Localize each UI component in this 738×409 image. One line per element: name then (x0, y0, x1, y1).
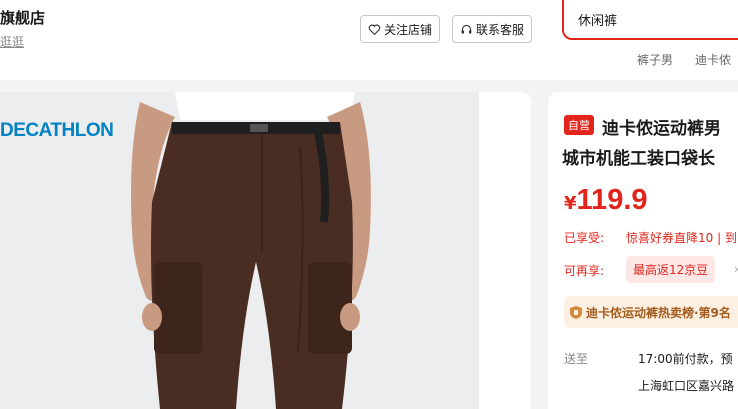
product-photo[interactable]: DECATHLON (0, 92, 479, 409)
shop-header: 旗舰店 逛逛 关注店铺 联系客服 休闲裤 裤子男 迪卡侬 (0, 0, 738, 80)
product-gallery: DECATHLON (0, 92, 531, 409)
follow-store-button[interactable]: 关注店铺 (360, 15, 440, 43)
contact-service-label: 联系客服 (476, 22, 525, 37)
shield-rank-icon (570, 305, 582, 319)
delivery-address[interactable]: 上海虹口区嘉兴路 (638, 377, 734, 394)
applied-discount-row: 已享受: 惊喜好券直降10 | 到 (564, 229, 737, 246)
delivery-time: 17:00前付款，预 (638, 352, 733, 366)
self-operated-badge: 自营 (564, 115, 594, 135)
hot-link[interactable]: 迪卡侬 (695, 53, 731, 67)
ship-to-label: 送至 (564, 352, 589, 366)
search-query: 休闲裤 (578, 13, 618, 29)
heart-icon (368, 24, 381, 35)
more-offers-icon[interactable]: › (734, 262, 738, 276)
applied-discount-value[interactable]: 惊喜好券直降10 | 到 (626, 229, 737, 246)
extra-offer-label: 可再享: (564, 264, 605, 278)
product-info-panel: 自营 迪卡侬运动裤男 城市机能工装口袋长 ¥119.9 已享受: 惊喜好券直降1… (548, 92, 738, 409)
headset-icon (461, 24, 472, 34)
hot-link[interactable]: 裤子男 (637, 53, 673, 67)
extra-offer-row: 可再享: 最高返12京豆 › (564, 256, 738, 283)
applied-discount-label: 已享受: (564, 231, 605, 245)
hot-ranking-banner[interactable]: 迪卡侬运动裤热卖榜·第9名 (564, 296, 738, 328)
store-name[interactable]: 旗舰店 (0, 7, 45, 28)
jingdou-rebate-tag[interactable]: 最高返12京豆 (626, 256, 716, 283)
store-visit-link[interactable]: 逛逛 (0, 33, 24, 50)
follow-store-label: 关注店铺 (384, 22, 433, 37)
search-input[interactable]: 休闲裤 (562, 0, 738, 40)
product-title-line2: 城市机能工装口袋长 (562, 149, 715, 169)
product-title-line1: 迪卡侬运动裤男 (602, 119, 721, 139)
hot-search-links: 裤子男 迪卡侬 (637, 51, 738, 68)
hot-ranking-text: 迪卡侬运动裤热卖榜·第9名 (586, 305, 731, 320)
price-value: 119.9 (576, 184, 648, 216)
product-price: ¥119.9 (564, 184, 648, 217)
contact-service-button[interactable]: 联系客服 (452, 15, 532, 43)
decathlon-logo: DECATHLON (0, 120, 114, 141)
price-currency: ¥ (564, 193, 577, 214)
